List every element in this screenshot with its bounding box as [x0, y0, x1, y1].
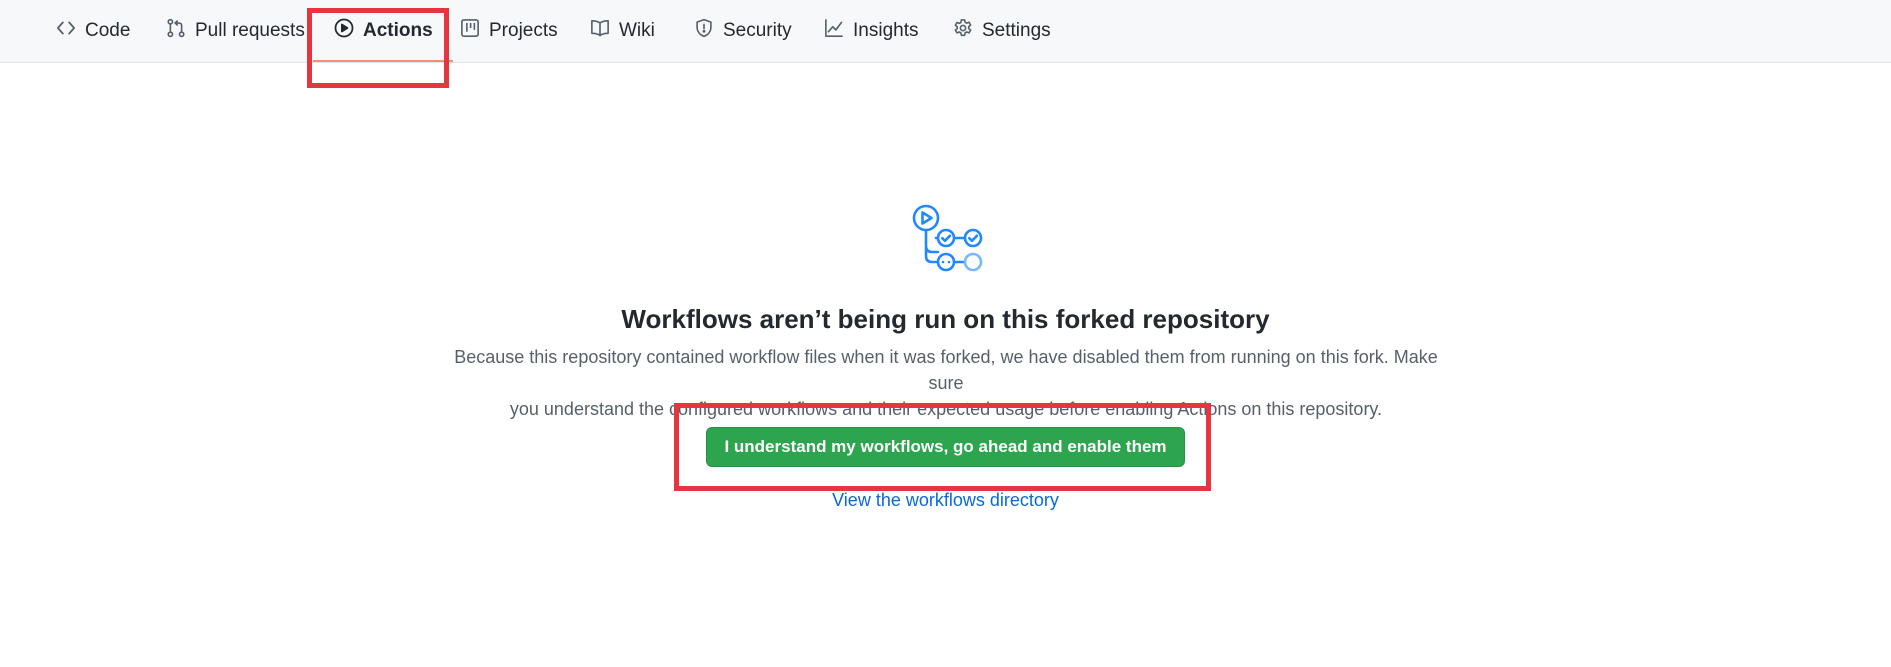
tab-insights[interactable]: Insights [824, 0, 918, 62]
tab-label: Projects [489, 20, 558, 41]
tab-label: Pull requests [195, 20, 305, 41]
tab-label: Settings [982, 20, 1051, 41]
tab-label: Wiki [619, 20, 655, 41]
shield-icon [694, 18, 723, 44]
book-icon [590, 18, 619, 44]
description-line-2: you understand the configured workflows … [509, 399, 1383, 419]
tab-projects[interactable]: Projects [460, 0, 558, 62]
tab-security[interactable]: Security [694, 0, 792, 62]
code-icon [56, 18, 85, 44]
tab-settings[interactable]: Settings [953, 0, 1051, 62]
tab-code[interactable]: Code [56, 0, 130, 62]
enable-workflows-button[interactable]: I understand my workflows, go ahead and … [706, 427, 1185, 467]
table-icon [460, 18, 489, 44]
graph-icon [824, 18, 853, 44]
workflows-directory-link[interactable]: View the workflows directory [0, 490, 1891, 511]
tab-pull-requests[interactable]: Pull requests [166, 0, 305, 62]
tab-label: Insights [853, 20, 919, 41]
tab-actions[interactable]: Actions [313, 0, 453, 62]
tab-label: Security [723, 20, 792, 41]
repo-nav: Code Pull requests Actions Projects Wiki… [0, 0, 1891, 63]
git-pull-request-icon [166, 18, 195, 44]
tab-label: Code [85, 20, 131, 41]
selected-tab-underline [313, 60, 453, 62]
tab-label: Actions [363, 20, 433, 41]
blankslate-description: Because this repository contained workfl… [445, 344, 1447, 422]
workflow-icon [910, 204, 984, 274]
gear-icon [953, 18, 982, 44]
play-icon [334, 18, 363, 44]
blankslate-title: Workflows aren’t being run on this forke… [621, 304, 1270, 334]
page: Code Pull requests Actions Projects Wiki… [0, 0, 1891, 667]
description-line-1: Because this repository contained workfl… [454, 347, 1438, 393]
tab-wiki[interactable]: Wiki [590, 0, 655, 62]
